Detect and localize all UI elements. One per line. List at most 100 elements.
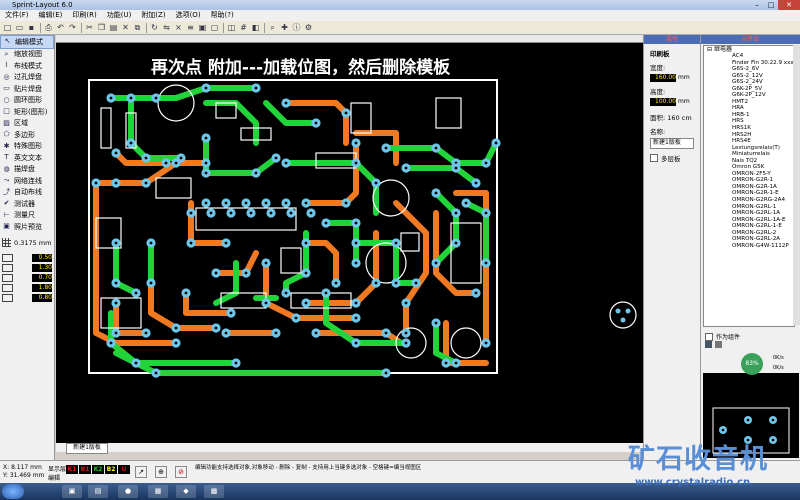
- save-macro-icon[interactable]: [705, 341, 712, 348]
- taskbar-app-6[interactable]: ▩: [204, 485, 224, 498]
- save-icon[interactable]: ▪: [26, 22, 37, 33]
- multilayer-checkbox[interactable]: [650, 154, 658, 162]
- menu-item-4[interactable]: 附加(Z): [136, 10, 170, 21]
- height-field[interactable]: 100.00: [650, 98, 676, 106]
- settings-icon[interactable]: ⚙: [303, 22, 314, 33]
- as-component-checkbox[interactable]: [705, 332, 713, 341]
- tool-zone[interactable]: ▨ 区域: [0, 118, 54, 130]
- pad-hole: [264, 261, 268, 265]
- mirror-icon[interactable]: ⇋: [161, 22, 172, 33]
- pad-hole: [484, 211, 488, 215]
- print-icon[interactable]: ⎙: [43, 22, 54, 33]
- info-icon[interactable]: ⓘ: [291, 22, 302, 33]
- tab-board1[interactable]: 新建1版板: [66, 443, 108, 454]
- library-item[interactable]: OMRON-G4W-1112P: [704, 243, 794, 250]
- y-label: Y:: [3, 472, 8, 479]
- pcb-drawing[interactable]: 再次点 附加---加载位图，然后删除模板: [56, 43, 643, 443]
- tool-arrow[interactable]: ↖ 编辑模式: [0, 35, 54, 49]
- redo-icon[interactable]: ↷: [67, 22, 78, 33]
- taskbar-app-2[interactable]: ▤: [88, 485, 108, 498]
- copy-icon[interactable]: ❐: [96, 22, 107, 33]
- minimize-button[interactable]: –: [750, 0, 764, 10]
- tool-magnifier[interactable]: ⌕ 缩放视图: [0, 49, 54, 61]
- route-icon[interactable]: ↗: [135, 466, 147, 478]
- start-button[interactable]: [2, 484, 24, 499]
- taskbar-app-1[interactable]: ▣: [62, 485, 82, 498]
- name-label: 名称:: [650, 128, 666, 136]
- menu-item-0[interactable]: 文件(F): [0, 10, 34, 21]
- tool-text[interactable]: T 英文文本: [0, 152, 54, 164]
- grid-selector[interactable]: 0.3175 mm: [0, 237, 54, 249]
- paste-icon[interactable]: ▤: [108, 22, 119, 33]
- tool-polygon[interactable]: ⬠ 多边形: [0, 129, 54, 141]
- taskbar-app-3[interactable]: ●: [118, 485, 138, 498]
- drc-icon[interactable]: ⊘: [175, 466, 187, 478]
- width-value[interactable]: 1.80: [32, 283, 52, 292]
- horizontal-ruler: [56, 35, 643, 43]
- layer-button-k1[interactable]: K1: [66, 465, 78, 474]
- menu-item-6[interactable]: 帮助(?): [206, 10, 239, 21]
- library-tree[interactable]: ⊟ 继电器 AC4 Finder Fin 30.22.9 xxxV G6S-2_6V…: [703, 45, 795, 327]
- tool-photo[interactable]: ▣ 照片预览: [0, 221, 54, 233]
- new-icon[interactable]: □: [2, 22, 13, 33]
- tool-circle[interactable]: ○ 圆环图形: [0, 95, 54, 107]
- width-value[interactable]: 0.80: [32, 293, 52, 302]
- tool-rect[interactable]: □ 矩形(图形): [0, 106, 54, 118]
- tool-special[interactable]: ✱ 特殊图形: [0, 141, 54, 153]
- tool-mask[interactable]: ◍ 描焊盘: [0, 164, 54, 176]
- grid-icon[interactable]: #: [238, 22, 249, 33]
- tool-track[interactable]: ⌇ 布线模式: [0, 60, 54, 72]
- library-root[interactable]: ⊟ 继电器: [704, 46, 794, 53]
- delete-macro-icon[interactable]: [715, 341, 722, 348]
- pad-hole: [204, 161, 208, 165]
- pcb-canvas[interactable]: 再次点 附加---加载位图，然后删除模板: [56, 43, 643, 443]
- zoom-icon[interactable]: ⌕: [267, 22, 278, 33]
- pad-hole: [284, 161, 288, 165]
- undo-icon[interactable]: ↶: [55, 22, 66, 33]
- pad-hole: [244, 201, 248, 205]
- taskbar-app-5[interactable]: ◆: [176, 485, 196, 498]
- group-icon[interactable]: ▣: [197, 22, 208, 33]
- taskbar-app-4[interactable]: ▦: [148, 485, 168, 498]
- menu-item-1[interactable]: 编辑(E): [34, 10, 68, 21]
- delete-icon[interactable]: ✕: [120, 22, 131, 33]
- connection-icon: ⤳: [3, 176, 10, 185]
- align-icon[interactable]: ≡: [185, 22, 196, 33]
- tool-smd[interactable]: ▭ 贴片焊盘: [0, 83, 54, 95]
- layer-button-b1[interactable]: B1: [79, 465, 91, 474]
- layer-icon[interactable]: ◫: [226, 22, 237, 33]
- close-button[interactable]: ✕: [778, 0, 800, 10]
- name-field[interactable]: 新建1版板: [650, 138, 694, 149]
- open-icon[interactable]: ▭: [14, 22, 25, 33]
- layer-button-k2[interactable]: K2: [92, 465, 104, 474]
- properties-header: 属性: [644, 35, 700, 44]
- pick-icon[interactable]: ✚: [279, 22, 290, 33]
- menu-item-5[interactable]: 选项(O): [171, 10, 206, 21]
- tool-connection[interactable]: ⤳ 网络连线: [0, 175, 54, 187]
- menu-item-2[interactable]: 印刷(R): [67, 10, 101, 21]
- tool-ruler[interactable]: ⊢ 测量尺: [0, 210, 54, 222]
- component-icon[interactable]: ◧: [250, 22, 261, 33]
- menu-item-3[interactable]: 功能(U): [102, 10, 137, 21]
- duplicate-icon[interactable]: ⧉: [132, 22, 143, 33]
- tool-test[interactable]: ✔ 测试器: [0, 198, 54, 210]
- ungroup-icon[interactable]: ▢: [209, 22, 220, 33]
- smd-icon: ▭: [3, 84, 10, 93]
- layer-button-b2[interactable]: B2: [105, 465, 117, 474]
- width-field[interactable]: 160.00: [650, 74, 676, 82]
- width-value[interactable]: 1.30: [32, 263, 52, 272]
- tool-autoroute[interactable]: ⤴ 自动布线: [0, 187, 54, 199]
- tool-via[interactable]: ◎ 过孔焊盘: [0, 72, 54, 84]
- x2-icon[interactable]: ×: [173, 22, 184, 33]
- layer-button-u[interactable]: U: [118, 465, 130, 474]
- tool-label: 多边形: [14, 130, 35, 139]
- width-value[interactable]: 0.50: [32, 253, 52, 262]
- maximize-button[interactable]: □: [764, 0, 778, 10]
- rotate-icon[interactable]: ↻: [149, 22, 160, 33]
- target-icon[interactable]: ⊕: [155, 466, 167, 478]
- zoom-preview-icon: [609, 301, 637, 329]
- width-value[interactable]: 0.70: [32, 273, 52, 282]
- height-unit: mm: [678, 98, 690, 105]
- cut-icon[interactable]: ✂: [84, 22, 95, 33]
- library-scrollbar[interactable]: [793, 45, 800, 325]
